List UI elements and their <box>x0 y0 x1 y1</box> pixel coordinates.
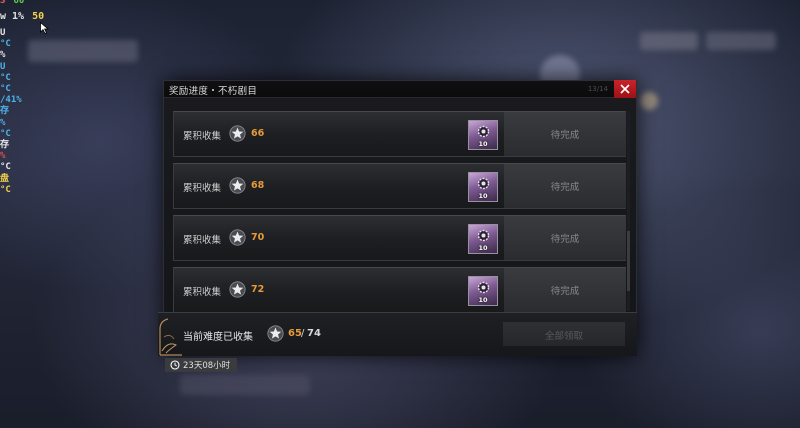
overlay-stat-line: % <box>0 117 6 128</box>
status-label: 待完成 <box>550 234 580 245</box>
overlay-stat-line: °C <box>0 39 11 50</box>
reward-quantity: 10 <box>478 140 488 148</box>
status-label: 待完成 <box>550 130 580 141</box>
gear-reward-icon <box>477 177 490 190</box>
gear-reward-icon <box>477 125 490 138</box>
overlay-usage-value: 50 <box>32 11 45 22</box>
reward-item[interactable]: 10 <box>468 172 498 202</box>
overlay-stat-line: % <box>0 50 6 61</box>
row-collect-label: 累积收集 <box>183 287 222 298</box>
reward-quantity: 10 <box>478 244 488 252</box>
row-collect-label: 累积收集 <box>183 183 222 194</box>
overlay-stat-line: °C <box>0 128 11 139</box>
status-label: 待完成 <box>550 286 580 297</box>
row-collect-label: 累积收集 <box>183 235 222 246</box>
overlay-stat-line: °C <box>0 72 11 83</box>
reward-row: 累积收集 72 10 待完成 <box>173 267 626 313</box>
overlay-stat-line: °C <box>0 84 11 94</box>
cursor-icon <box>40 22 49 34</box>
reward-item[interactable]: 10 <box>468 276 498 306</box>
overlay-stat-line: /41% <box>0 95 22 106</box>
reward-quantity: 10 <box>478 192 488 200</box>
footer-separator: / <box>301 328 305 339</box>
reward-item[interactable]: 10 <box>468 120 498 150</box>
overlay-stat-line: 存 <box>0 106 10 117</box>
background-panel-blur <box>180 375 310 395</box>
background-button-blur <box>640 32 698 50</box>
row-required-count: 68 <box>251 180 265 191</box>
status-button[interactable]: 待完成 <box>504 268 626 312</box>
row-required-count: 72 <box>251 284 265 295</box>
reward-row: 累积收集 68 10 待完成 <box>173 163 626 209</box>
reward-item[interactable]: 10 <box>468 224 498 254</box>
event-timer: 23天08小时 <box>165 358 237 372</box>
overlay-stat-line: °C <box>0 162 11 173</box>
status-button[interactable]: 待完成 <box>504 216 626 260</box>
overlay-stat-line: 盘 <box>0 173 10 184</box>
overlay-stat-line: 存 <box>0 140 10 150</box>
overlay-usage-line: w 1% 50 <box>0 11 45 23</box>
star-icon <box>229 125 246 142</box>
reward-row: 累积收集 66 10 待完成 <box>173 111 626 157</box>
claim-all-label: 全部领取 <box>544 331 583 342</box>
timer-text: 23天08小时 <box>183 361 231 371</box>
scrollbar[interactable] <box>627 111 630 311</box>
footer-current-count: 65 <box>288 328 302 339</box>
star-icon <box>229 229 246 246</box>
background-panel-blur <box>28 40 138 62</box>
collection-footer: 当前难度已收集 65 / 74 全部领取 <box>158 312 637 356</box>
reward-list: 累积收集 66 10 待完成 累积收集 68 10 待完成 累积收集 70 10 待完成 累积收集 72 1… <box>173 111 626 319</box>
gear-reward-icon <box>477 229 490 242</box>
modal-title: 奖励进度・不朽剧目 <box>169 86 258 97</box>
overlay-stat-line: % <box>0 151 6 162</box>
background-light-blur <box>640 92 658 110</box>
claim-all-button[interactable]: 全部领取 <box>503 322 625 346</box>
overlay-top-partial: S <box>0 0 6 6</box>
footer-total-count: 74 <box>307 328 321 339</box>
status-button[interactable]: 待完成 <box>504 164 626 208</box>
overlay-usage-label: w 1% <box>0 11 25 22</box>
overlay-top-line: S 60 <box>0 0 24 7</box>
star-icon <box>229 281 246 298</box>
overlay-stat-line: U <box>0 61 6 72</box>
clock-icon <box>170 360 180 370</box>
close-button[interactable] <box>614 80 636 98</box>
overlay-stat-line: U <box>0 28 6 38</box>
modal-header: 奖励进度・不朽剧目 13/14 <box>164 80 636 98</box>
background-button-blur <box>706 32 776 50</box>
overlay-top-green-value: 60 <box>13 0 25 6</box>
footer-collected-label: 当前难度已收集 <box>183 332 253 343</box>
row-collect-label: 累积收集 <box>183 131 222 142</box>
close-icon <box>620 84 630 94</box>
reward-row: 累积收集 70 10 待完成 <box>173 215 626 261</box>
gear-reward-icon <box>477 281 490 294</box>
star-icon <box>229 177 246 194</box>
row-required-count: 66 <box>251 128 265 139</box>
status-button[interactable]: 待完成 <box>504 112 626 156</box>
overlay-stat-line: °C <box>0 184 11 195</box>
row-required-count: 70 <box>251 232 265 243</box>
modal-page-tag: 13/14 <box>587 85 608 93</box>
scrollbar-thumb[interactable] <box>627 231 630 291</box>
status-label: 待完成 <box>550 182 580 193</box>
star-icon <box>267 325 284 342</box>
reward-quantity: 10 <box>478 296 488 304</box>
